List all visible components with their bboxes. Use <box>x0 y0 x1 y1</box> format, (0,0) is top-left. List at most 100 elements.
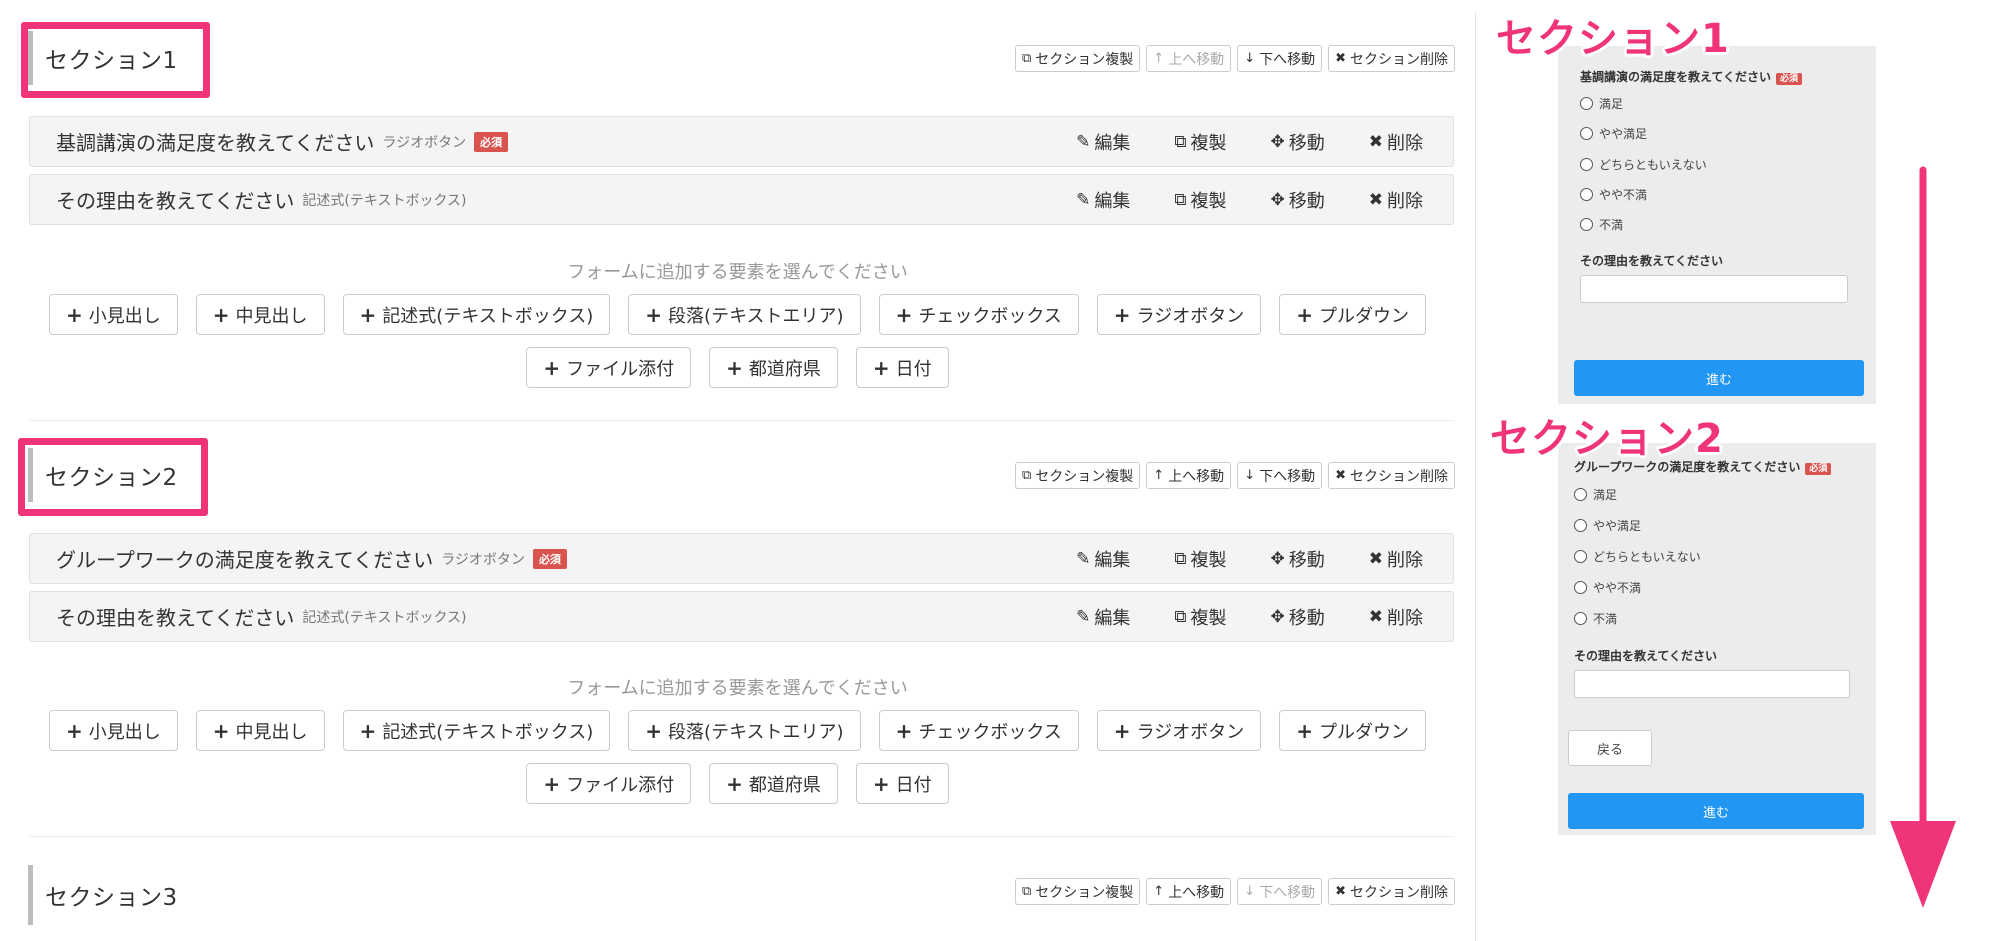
plus-icon: + <box>872 771 890 796</box>
pencil-icon: ✎ <box>1076 606 1091 627</box>
add-textbox-button[interactable]: + 記述式(テキストボックス) <box>342 294 611 335</box>
arrow-up-icon: ↑ <box>1153 884 1165 899</box>
radio-option[interactable]: 不満 <box>1574 610 1617 627</box>
add-textarea-button[interactable]: + 段落(テキストエリア) <box>628 294 861 335</box>
add-buttons-row-2: + ファイル添付 + 都道府県 + 日付 <box>0 347 1475 388</box>
pencil-icon: ✎ <box>1076 189 1091 210</box>
add-small-heading-button[interactable]: + 小見出し <box>49 710 178 751</box>
duplicate-button[interactable]: ⧉ 複製 <box>1174 546 1226 572</box>
plus-icon: + <box>66 302 83 327</box>
copy-icon: ⧉ <box>1021 468 1032 483</box>
edit-button[interactable]: ✎ 編集 <box>1076 546 1130 572</box>
add-buttons-row-1: + 小見出し + 中見出し + 記述式(テキストボックス) + 段落(テキストエリア) … <box>0 294 1475 335</box>
add-checkbox-button[interactable]: + チェックボックス <box>878 294 1079 335</box>
radio-option[interactable]: やや満足 <box>1580 125 1647 142</box>
section-delete-button[interactable]: ✖ セクション削除 <box>1328 462 1455 489</box>
question-actions: ✎ 編集 ⧉ 複製 ✥ 移動 ✖ 削除 <box>1076 604 1423 630</box>
add-date-button[interactable]: + 日付 <box>855 347 949 388</box>
question-row[interactable]: その理由を教えてください 記述式(テキストボックス) ✎ 編集 ⧉ 複製 ✥ 移動 ✖… <box>29 591 1454 642</box>
section-title: セクション2 <box>45 465 178 491</box>
add-element-prompt: フォームに追加する要素を選んでください <box>567 262 908 283</box>
back-button[interactable]: 戻る <box>1568 730 1652 766</box>
delete-button[interactable]: ✖ 削除 <box>1369 546 1423 572</box>
add-file-button[interactable]: + ファイル添付 <box>526 763 692 804</box>
move-button[interactable]: ✥ 移動 <box>1271 546 1325 572</box>
add-small-heading-button[interactable]: + 小見出し <box>49 294 178 335</box>
plus-icon: + <box>1296 302 1313 327</box>
required-badge: 必須 <box>532 548 567 569</box>
duplicate-button[interactable]: ⧉ 複製 <box>1174 129 1226 155</box>
delete-button[interactable]: ✖ 削除 <box>1369 187 1423 213</box>
add-textarea-button[interactable]: + 段落(テキストエリア) <box>628 710 861 751</box>
add-buttons-row-1: + 小見出し + 中見出し + 記述式(テキストボックス) + 段落(テキストエリア) … <box>0 710 1475 751</box>
add-medium-heading-button[interactable]: + 中見出し <box>195 710 325 751</box>
radio-icon <box>1580 158 1593 171</box>
radio-option[interactable]: どちらともいえない <box>1580 156 1707 173</box>
radio-option[interactable]: 満足 <box>1574 486 1617 503</box>
arrow-down-icon: ↓ <box>1244 884 1256 899</box>
close-icon: ✖ <box>1335 884 1346 899</box>
section-duplicate-button[interactable]: ⧉ セクション複製 <box>1014 45 1141 72</box>
plus-icon: + <box>66 718 83 743</box>
add-medium-heading-button[interactable]: + 中見出し <box>195 294 325 335</box>
section-move-up-button[interactable]: ↑ 上へ移動 <box>1146 462 1232 489</box>
section-move-down-button[interactable]: ↓ 下へ移動 <box>1237 878 1323 905</box>
next-button[interactable]: 進む <box>1568 793 1864 829</box>
copy-icon: ⧉ <box>1174 548 1187 569</box>
add-checkbox-button[interactable]: + チェックボックス <box>878 710 1079 751</box>
section-move-down-button[interactable]: ↓ 下へ移動 <box>1237 462 1323 489</box>
arrow-down-icon: ↓ <box>1244 468 1256 483</box>
radio-icon <box>1580 127 1593 140</box>
delete-button[interactable]: ✖ 削除 <box>1369 604 1423 630</box>
add-prefecture-button[interactable]: + 都道府県 <box>709 763 838 804</box>
radio-option[interactable]: どちらともいえない <box>1574 548 1701 565</box>
delete-button[interactable]: ✖ 削除 <box>1369 129 1423 155</box>
add-date-button[interactable]: + 日付 <box>855 763 949 804</box>
section-delete-button[interactable]: ✖ セクション削除 <box>1328 878 1455 905</box>
radio-icon <box>1574 581 1587 594</box>
move-icon: ✥ <box>1270 131 1285 152</box>
edit-button[interactable]: ✎ 編集 <box>1076 187 1130 213</box>
section-move-down-button[interactable]: ↓ 下へ移動 <box>1237 45 1323 72</box>
section-delete-button[interactable]: ✖ セクション削除 <box>1328 45 1455 72</box>
section-move-up-button[interactable]: ↑ 上へ移動 <box>1146 878 1232 905</box>
duplicate-button[interactable]: ⧉ 複製 <box>1174 604 1226 630</box>
add-prefecture-button[interactable]: + 都道府県 <box>709 347 838 388</box>
close-icon: ✖ <box>1335 51 1346 66</box>
question-row[interactable]: 基調講演の満足度を教えてください ラジオボタン 必須 ✎ 編集 ⧉ 複製 ✥ 移動 ✖… <box>29 116 1454 167</box>
duplicate-button[interactable]: ⧉ 複製 <box>1174 187 1226 213</box>
radio-option[interactable]: やや満足 <box>1574 517 1641 534</box>
add-radio-button[interactable]: + ラジオボタン <box>1096 710 1262 751</box>
add-element-prompt: フォームに追加する要素を選んでください <box>567 678 908 699</box>
question-type: ラジオボタン <box>382 134 467 151</box>
plus-icon: + <box>1296 718 1313 743</box>
question-row[interactable]: その理由を教えてください 記述式(テキストボックス) ✎ 編集 ⧉ 複製 ✥ 移動 ✖… <box>29 174 1454 225</box>
next-button[interactable]: 進む <box>1574 360 1864 396</box>
move-button[interactable]: ✥ 移動 <box>1271 129 1325 155</box>
add-file-button[interactable]: + ファイル添付 <box>526 347 692 388</box>
edit-button[interactable]: ✎ 編集 <box>1076 129 1130 155</box>
add-textbox-button[interactable]: + 記述式(テキストボックス) <box>342 710 611 751</box>
plus-icon: + <box>212 718 230 743</box>
question-actions: ✎ 編集 ⧉ 複製 ✥ 移動 ✖ 削除 <box>1076 546 1423 572</box>
radio-icon <box>1580 97 1593 110</box>
radio-option[interactable]: やや不満 <box>1574 579 1641 596</box>
add-radio-button[interactable]: + ラジオボタン <box>1096 294 1262 335</box>
radio-option[interactable]: 満足 <box>1580 95 1623 112</box>
plus-icon: + <box>212 302 230 327</box>
section-duplicate-button[interactable]: ⧉ セクション複製 <box>1014 462 1141 489</box>
section-move-up-button[interactable]: ↑ 上へ移動 <box>1146 45 1232 72</box>
radio-icon <box>1580 188 1593 201</box>
move-button[interactable]: ✥ 移動 <box>1271 187 1325 213</box>
question-row[interactable]: グループワークの満足度を教えてください ラジオボタン 必須 ✎ 編集 ⧉ 複製 ✥ 移… <box>29 533 1454 584</box>
reason-input[interactable] <box>1574 670 1850 698</box>
radio-option[interactable]: やや不満 <box>1580 186 1647 203</box>
move-button[interactable]: ✥ 移動 <box>1271 604 1325 630</box>
add-pulldown-button[interactable]: + プルダウン <box>1279 710 1426 751</box>
section-duplicate-button[interactable]: ⧉ セクション複製 <box>1014 878 1141 905</box>
pencil-icon: ✎ <box>1076 548 1091 569</box>
reason-input[interactable] <box>1580 275 1848 303</box>
edit-button[interactable]: ✎ 編集 <box>1076 604 1130 630</box>
add-pulldown-button[interactable]: + プルダウン <box>1279 294 1426 335</box>
radio-option[interactable]: 不満 <box>1580 216 1623 233</box>
